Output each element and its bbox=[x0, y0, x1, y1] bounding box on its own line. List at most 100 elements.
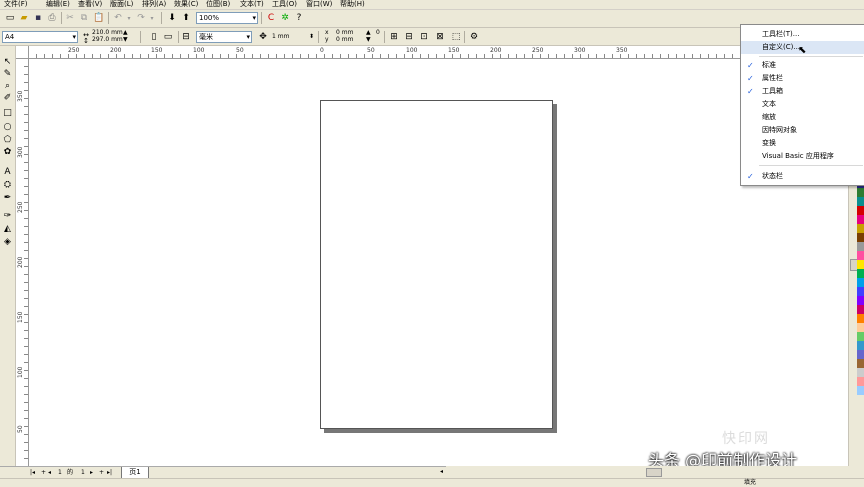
menu-bitmaps[interactable]: 位图(B) bbox=[206, 0, 230, 9]
color-swatch[interactable] bbox=[857, 233, 864, 242]
save-icon[interactable]: ▪ bbox=[32, 12, 44, 24]
units-combo[interactable]: 毫米 ▾ bbox=[196, 31, 252, 43]
color-swatch[interactable] bbox=[857, 251, 864, 260]
color-swatch[interactable] bbox=[857, 197, 864, 206]
color-swatch[interactable] bbox=[857, 215, 864, 224]
menu-window[interactable]: 窗口(W) bbox=[306, 0, 332, 9]
color-swatch[interactable] bbox=[857, 359, 864, 368]
menu-view[interactable]: 查看(V) bbox=[78, 0, 102, 9]
duplicate-y-field[interactable]: 0 mm bbox=[336, 37, 353, 43]
menu-help[interactable]: 帮助(H) bbox=[340, 0, 365, 9]
prev-page-icon[interactable]: ◂ bbox=[48, 470, 51, 476]
color-swatch[interactable] bbox=[857, 206, 864, 215]
scroll-left-icon[interactable]: ◂ bbox=[440, 469, 443, 475]
color-swatch[interactable] bbox=[857, 350, 864, 359]
color-swatch[interactable] bbox=[857, 368, 864, 377]
dup-y-spinner-icon[interactable]: ▼ bbox=[366, 37, 371, 43]
cut-icon[interactable]: ✂ bbox=[64, 12, 76, 24]
all-pages-icon[interactable]: ⊟ bbox=[180, 31, 192, 43]
print-icon[interactable]: ⎙ bbox=[46, 12, 58, 24]
document-page[interactable] bbox=[320, 100, 553, 429]
context-menu-item[interactable]: ✓ 标准 bbox=[741, 59, 864, 72]
menu-arrange[interactable]: 排列(A) bbox=[142, 0, 166, 9]
context-menu-item[interactable]: ✓ 工具箱 bbox=[741, 85, 864, 98]
basic-shapes-tool-icon[interactable]: ✿ bbox=[2, 146, 13, 157]
corel-online-icon[interactable]: ✲ bbox=[279, 12, 291, 24]
color-swatch[interactable] bbox=[857, 242, 864, 251]
height-spinner-icon[interactable]: ▼ bbox=[123, 37, 128, 43]
whats-this-help-icon[interactable]: ? bbox=[293, 12, 305, 24]
horizontal-ruler[interactable]: 250 200 150 100 50 0 50 100 150 200 250 … bbox=[28, 46, 848, 59]
outline-tool-icon[interactable]: ✑ bbox=[2, 210, 13, 221]
add-page-after-icon[interactable]: + bbox=[99, 470, 104, 476]
redo-dropdown-icon[interactable]: ▾ bbox=[146, 12, 158, 24]
color-swatch[interactable] bbox=[857, 188, 864, 197]
interactive-fill-tool-icon[interactable]: ◈ bbox=[2, 236, 13, 247]
color-swatch[interactable] bbox=[857, 269, 864, 278]
first-page-icon[interactable]: |◂ bbox=[30, 470, 35, 476]
color-swatch[interactable] bbox=[857, 296, 864, 305]
color-swatch[interactable] bbox=[857, 341, 864, 350]
snap-to-objects-icon[interactable]: ⊡ bbox=[418, 31, 430, 43]
paste-icon[interactable]: 📋 bbox=[93, 12, 105, 24]
dynamic-guides-icon[interactable]: ⊠ bbox=[434, 31, 446, 43]
add-page-before-icon[interactable]: + bbox=[41, 470, 46, 476]
scroll-thumb[interactable] bbox=[646, 468, 662, 477]
portrait-icon[interactable]: ▯ bbox=[148, 31, 160, 43]
context-menu-item[interactable]: 缩放 bbox=[741, 111, 864, 124]
menu-layout[interactable]: 版面(L) bbox=[110, 0, 133, 9]
freehand-tool-icon[interactable]: ✐ bbox=[2, 92, 13, 103]
nudge-offset-field[interactable]: 1 mm bbox=[272, 34, 289, 40]
nudge-spinner-icon[interactable]: ⬍ bbox=[309, 34, 314, 40]
color-swatch[interactable] bbox=[857, 305, 864, 314]
snap-to-grid-icon[interactable]: ⊞ bbox=[388, 31, 400, 43]
ruler-origin[interactable] bbox=[16, 46, 29, 59]
snap-to-guidelines-icon[interactable]: ⊟ bbox=[403, 31, 415, 43]
vertical-ruler[interactable]: 350 300 250 200 150 100 50 bbox=[16, 58, 29, 466]
undo-dropdown-icon[interactable]: ▾ bbox=[123, 12, 135, 24]
menu-text[interactable]: 文本(T) bbox=[240, 0, 264, 9]
color-swatch[interactable] bbox=[857, 287, 864, 296]
horizontal-scrollbar[interactable]: ◂ bbox=[440, 466, 848, 478]
open-file-icon[interactable]: ▰ bbox=[18, 12, 30, 24]
context-menu-item[interactable]: ✓ 属性栏 bbox=[741, 72, 864, 85]
last-page-icon[interactable]: ▸| bbox=[107, 470, 112, 476]
paper-size-combo[interactable]: A4 ▾ bbox=[2, 31, 78, 43]
menu-file[interactable]: 文件(F) bbox=[4, 0, 28, 9]
options-icon[interactable]: ⚙ bbox=[468, 31, 480, 43]
zoom-combo[interactable]: 100% ▾ bbox=[196, 12, 258, 24]
pick-tool-icon[interactable]: ↖ bbox=[2, 56, 13, 67]
page-height-field[interactable]: 297.0 mm bbox=[92, 37, 123, 43]
ellipse-tool-icon[interactable]: ○ bbox=[2, 121, 13, 132]
polygon-tool-icon[interactable]: ⬠ bbox=[2, 134, 13, 145]
landscape-icon[interactable]: ▭ bbox=[162, 31, 174, 43]
menu-tools[interactable]: 工具(O) bbox=[272, 0, 297, 9]
shape-tool-icon[interactable]: ✎ bbox=[2, 68, 13, 79]
text-tool-icon[interactable]: A bbox=[2, 166, 13, 177]
corel-app-launcher-icon[interactable]: C bbox=[265, 12, 277, 24]
zoom-tool-icon[interactable]: ⌕ bbox=[2, 80, 13, 91]
treat-as-filled-icon[interactable]: ⬚ bbox=[450, 31, 462, 43]
context-menu-item[interactable]: 因特网对象 bbox=[741, 124, 864, 137]
context-menu-item[interactable]: 变换 bbox=[741, 137, 864, 150]
new-file-icon[interactable]: ▭ bbox=[4, 12, 16, 24]
color-swatch[interactable] bbox=[857, 278, 864, 287]
context-menu-item[interactable]: ✓ 状态栏 bbox=[741, 170, 864, 183]
color-swatch[interactable] bbox=[857, 323, 864, 332]
context-menu-item[interactable]: Visual Basic 应用程序 bbox=[741, 150, 864, 163]
color-swatch[interactable] bbox=[857, 260, 864, 269]
copy-icon[interactable]: ⧉ bbox=[78, 12, 90, 24]
eyedropper-tool-icon[interactable]: ✒ bbox=[2, 192, 13, 203]
color-swatch[interactable] bbox=[857, 386, 864, 395]
export-icon[interactable]: ⬆ bbox=[180, 12, 192, 24]
color-swatch[interactable] bbox=[857, 332, 864, 341]
color-swatch[interactable] bbox=[857, 377, 864, 386]
menu-effects[interactable]: 效果(C) bbox=[174, 0, 198, 9]
import-icon[interactable]: ⬇ bbox=[166, 12, 178, 24]
fill-tool-icon[interactable]: ◭ bbox=[2, 223, 13, 234]
rectangle-tool-icon[interactable]: □ bbox=[2, 107, 13, 118]
context-menu-item[interactable]: 工具栏(T)... bbox=[741, 28, 864, 41]
color-swatch[interactable] bbox=[857, 224, 864, 233]
next-page-icon[interactable]: ▸ bbox=[90, 470, 93, 476]
menu-edit[interactable]: 编辑(E) bbox=[46, 0, 70, 9]
